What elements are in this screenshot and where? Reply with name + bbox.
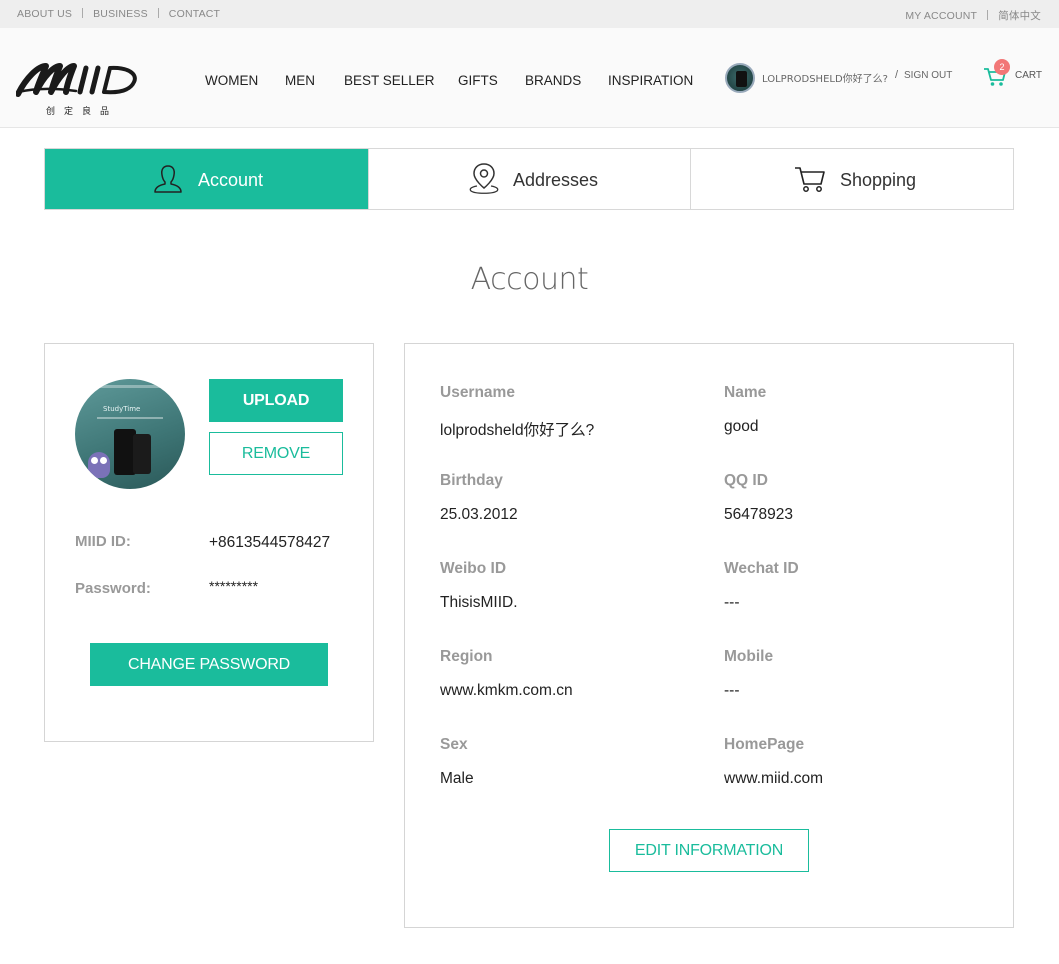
nav-men[interactable]: MEN: [285, 73, 315, 88]
photo-title: StudyTime: [103, 405, 141, 413]
nav-gifts[interactable]: GIFTS: [458, 73, 498, 88]
divider: [987, 10, 989, 20]
cart-count-badge: 2: [994, 59, 1010, 75]
about-us-link[interactable]: ABOUT US: [17, 8, 72, 20]
top-utility-bar: ABOUT US BUSINESS CONTACT MY ACCOUNT 简体中文: [0, 0, 1059, 28]
info-value: good: [724, 418, 759, 435]
info-value: ---: [724, 594, 740, 611]
divider: [157, 8, 159, 18]
upload-button[interactable]: UPLOAD: [209, 379, 343, 422]
cart-label: CART: [1015, 70, 1043, 81]
info-label: QQ ID: [724, 472, 768, 489]
tab-addresses[interactable]: Addresses: [368, 149, 690, 209]
miid-logo-mark: [16, 63, 137, 97]
contact-link[interactable]: CONTACT: [169, 8, 220, 20]
utility-links-left: ABOUT US BUSINESS CONTACT: [17, 8, 220, 20]
tab-addresses-label: Addresses: [513, 170, 599, 190]
info-value: ThisisMIID.: [440, 594, 518, 611]
nav-best-seller[interactable]: BEST SELLER: [344, 73, 435, 88]
info-value: www.kmkm.com.cn: [440, 682, 573, 699]
page-title: Account: [470, 262, 589, 297]
info-value: Male: [440, 770, 474, 787]
info-label: Birthday: [440, 472, 503, 489]
nav-brands[interactable]: BRANDS: [525, 73, 581, 88]
username-link[interactable]: LOLPRODSHELD你好了么?: [762, 70, 888, 85]
tab-account[interactable]: Account: [45, 149, 368, 209]
language-link[interactable]: 简体中文: [998, 8, 1041, 23]
map-pin-icon: [469, 163, 499, 194]
info-value: 25.03.2012: [440, 506, 518, 523]
info-label: HomePage: [724, 736, 805, 753]
tab-account-label: Account: [198, 170, 264, 190]
password-label: Password:: [75, 580, 151, 597]
site-header: 创定良品 WOMEN MEN BEST SELLER GIFTS BRANDS …: [0, 28, 1059, 128]
info-label: Wechat ID: [724, 560, 799, 577]
edit-information-button[interactable]: EDIT INFORMATION: [609, 829, 809, 872]
tab-shopping-label: Shopping: [840, 170, 917, 190]
info-label: Sex: [440, 736, 468, 753]
nav-inspiration[interactable]: INSPIRATION: [608, 73, 693, 88]
divider: [82, 8, 84, 18]
profile-photo: StudyTime: [75, 379, 185, 489]
tab-shopping[interactable]: Shopping: [690, 149, 1013, 209]
profile-card: StudyTime UPLOAD REMOVE MIID ID: +861354…: [44, 343, 374, 742]
change-password-button[interactable]: CHANGE PASSWORD: [90, 643, 328, 686]
nav-women[interactable]: WOMEN: [205, 73, 258, 88]
business-link[interactable]: BUSINESS: [93, 8, 148, 20]
utility-links-right: MY ACCOUNT 简体中文: [905, 8, 1041, 23]
cart-button[interactable]: 2 CART: [983, 58, 1047, 98]
info-card: Username lolprodsheld你好了么? Name good Bir…: [404, 343, 1014, 928]
avatar[interactable]: [725, 63, 755, 93]
sign-out-link[interactable]: SIGN OUT: [904, 70, 952, 81]
user-icon: [154, 165, 182, 193]
info-value: www.miid.com: [724, 770, 824, 787]
info-value: 56478923: [724, 506, 793, 523]
miid-id-value: +8613544578427: [209, 534, 331, 551]
miid-id-label: MIID ID:: [75, 533, 131, 550]
info-value: ---: [724, 682, 740, 699]
my-account-link[interactable]: MY ACCOUNT: [905, 10, 977, 22]
info-label: Mobile: [724, 648, 774, 665]
remove-button[interactable]: REMOVE: [209, 432, 343, 475]
separator: /: [895, 69, 899, 81]
shopping-cart-icon: [795, 167, 825, 192]
logo-tagline: 创定良品: [46, 107, 119, 117]
password-value: *********: [209, 578, 259, 594]
info-label: Name: [724, 384, 767, 401]
info-label: Weibo ID: [440, 560, 507, 577]
info-label: Region: [440, 648, 493, 665]
account-tabs: Account Addresses Shopping: [44, 148, 1014, 210]
info-label: Username: [440, 384, 515, 401]
info-value: lolprodsheld你好了么?: [440, 422, 595, 439]
